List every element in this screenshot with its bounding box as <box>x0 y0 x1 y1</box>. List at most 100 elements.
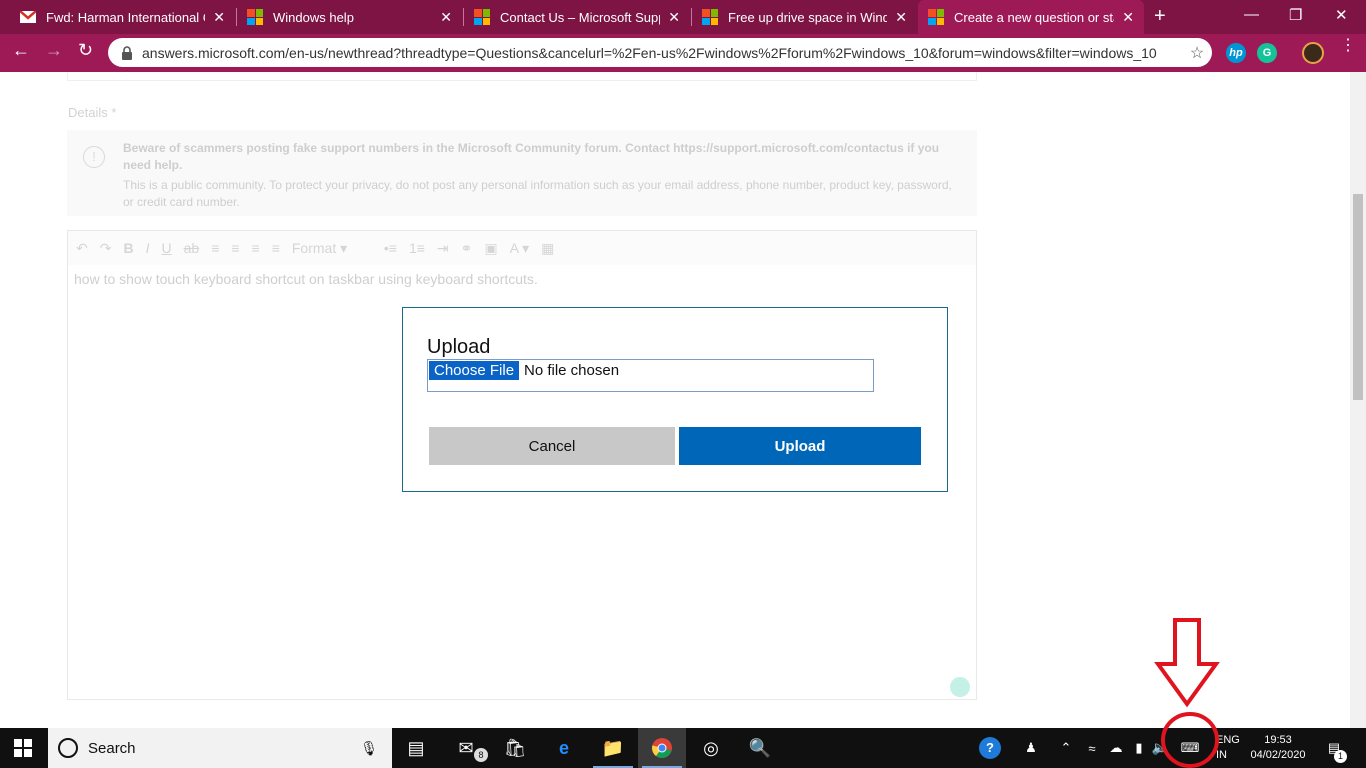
tab-free-up-drive[interactable]: Free up drive space in Window ✕ <box>692 0 917 34</box>
system-clock[interactable]: 19:53 04/02/2020 <box>1246 733 1310 763</box>
grammarly-extension-icon[interactable]: G <box>1257 43 1277 63</box>
forward-arrow-icon[interactable]: → <box>45 40 63 61</box>
page-content: Details * ! Beware of scammers posting f… <box>0 72 1350 728</box>
notice-privacy-text: This is a public community. To protect y… <box>123 178 952 209</box>
groove-music-icon[interactable]: ◎ <box>687 728 735 768</box>
tab-title: Windows help <box>273 9 354 25</box>
help-icon[interactable]: ? <box>976 728 1004 768</box>
show-hidden-icons-chevron-icon[interactable]: ⌃ <box>1056 728 1076 768</box>
editor-body-text: how to show touch keyboard shortcut on t… <box>74 271 538 287</box>
tab-create-question[interactable]: Create a new question or start ✕ <box>918 0 1144 34</box>
new-tab-button[interactable]: + <box>1154 5 1166 28</box>
grammarly-icon[interactable] <box>950 677 970 697</box>
align-left-icon: ≡ <box>211 240 220 256</box>
taskbar-search-box[interactable]: Search 🎙 <box>48 728 392 768</box>
format-dropdown: Format ▾ <box>291 239 348 256</box>
info-icon: ! <box>83 146 105 168</box>
undo-icon: ↶ <box>76 239 88 256</box>
close-tab-icon[interactable]: ✕ <box>213 9 225 26</box>
upload-dialog: Upload Choose File No file chosen Cancel… <box>402 307 948 492</box>
bullet-list-icon: •≡ <box>383 240 397 256</box>
language-indicator[interactable]: ENG IN <box>1216 733 1240 763</box>
underline-icon: U <box>161 240 172 256</box>
clock-time: 19:53 <box>1264 734 1292 746</box>
scrollbar-thumb[interactable] <box>1353 194 1363 400</box>
page-scrollbar[interactable] <box>1350 72 1366 728</box>
address-bar[interactable]: answers.microsoft.com/en-us/newthread?th… <box>108 38 1212 67</box>
profile-avatar[interactable] <box>1302 42 1324 64</box>
align-right-icon: ≡ <box>251 240 260 256</box>
minimize-icon[interactable]: — <box>1244 6 1259 23</box>
file-input[interactable]: Choose File No file chosen <box>427 359 874 392</box>
battery-icon[interactable]: ▮ <box>1128 728 1150 768</box>
search-label: Search <box>88 739 136 757</box>
cancel-button[interactable]: Cancel <box>429 427 675 465</box>
close-tab-icon[interactable]: ✕ <box>1122 9 1134 26</box>
wifi-icon[interactable]: ≈ <box>1080 728 1104 768</box>
tab-title: Free up drive space in Window <box>728 9 888 25</box>
chrome-logo <box>652 738 672 758</box>
text-color-icon: A ▾ <box>509 239 530 256</box>
notice-warning-text: Beware of scammers posting fake support … <box>123 141 940 172</box>
tab-title: Fwd: Harman International Cas <box>46 9 205 25</box>
onedrive-cloud-icon[interactable]: ☁ <box>1104 728 1128 768</box>
tab-title: Contact Us – Microsoft Suppor <box>500 9 661 25</box>
link-icon: ⚭ <box>460 239 473 256</box>
justify-icon: ≡ <box>271 240 280 256</box>
touch-keyboard-icon[interactable]: ⌨ <box>1172 728 1208 768</box>
numbered-list-icon: 1≡ <box>408 240 425 256</box>
bold-icon: B <box>123 240 134 256</box>
italic-icon: I <box>145 240 150 256</box>
browser-toolbar: ← → ↻ answers.microsoft.com/en-us/newthr… <box>0 34 1366 72</box>
tab-gmail[interactable]: Fwd: Harman International Cas ✕ <box>10 0 235 34</box>
editor-toolbar: ↶ ↷ B I U ab ≡ ≡ ≡ ≡ Format ▾ •≡ 1≡ ⇥ ⚭ … <box>68 231 976 265</box>
volume-icon[interactable]: 🔈 <box>1150 728 1170 768</box>
hp-extension-icon[interactable]: hp <box>1226 43 1246 63</box>
strikethrough-icon: ab <box>183 240 200 256</box>
close-window-icon[interactable]: ✕ <box>1335 6 1348 24</box>
url-text: answers.microsoft.com/en-us/newthread?th… <box>142 44 1157 61</box>
mail-badge: 8 <box>474 748 488 762</box>
region-code: IN <box>1216 749 1227 761</box>
table-icon: ▦ <box>541 239 555 256</box>
chrome-icon[interactable] <box>638 728 686 768</box>
align-center-icon: ≡ <box>231 240 240 256</box>
close-tab-icon[interactable]: ✕ <box>895 9 907 26</box>
details-label: Details * <box>68 105 117 120</box>
cortana-icon <box>58 738 78 758</box>
store-icon[interactable]: 🛍 <box>491 728 539 768</box>
close-tab-icon[interactable]: ✕ <box>668 9 680 26</box>
tab-windows-help[interactable]: Windows help ✕ <box>237 0 462 34</box>
back-arrow-icon[interactable]: ← <box>12 40 30 61</box>
lock-icon <box>122 45 132 60</box>
choose-file-button[interactable]: Choose File <box>429 361 520 380</box>
browser-menu-icon[interactable]: ⋮ <box>1340 38 1356 54</box>
notification-badge: 1 <box>1334 750 1347 763</box>
format-label: Format <box>291 239 337 256</box>
windows-start-icon[interactable] <box>14 739 32 757</box>
dialog-title: Upload <box>427 336 491 358</box>
magnifier-icon[interactable]: 🔍 <box>736 728 784 768</box>
close-tab-icon[interactable]: ✕ <box>440 9 452 26</box>
microsoft-icon <box>247 9 263 25</box>
reload-icon[interactable]: ↻ <box>78 40 93 61</box>
image-icon: ▣ <box>484 239 498 256</box>
file-explorer-icon[interactable]: 📁 <box>589 728 637 768</box>
bookmark-star-icon[interactable]: ☆ <box>1182 43 1212 63</box>
microsoft-icon <box>474 9 490 25</box>
file-status-text: No file chosen <box>524 362 620 379</box>
microphone-icon[interactable]: 🎙 <box>360 740 378 757</box>
language-code: ENG <box>1216 734 1240 746</box>
people-icon[interactable]: ♟ <box>1018 728 1044 768</box>
tab-contact-us[interactable]: Contact Us – Microsoft Suppor ✕ <box>464 0 690 34</box>
upload-button[interactable]: Upload <box>679 427 921 465</box>
task-view-icon[interactable]: ▤ <box>392 728 440 768</box>
tab-strip: Fwd: Harman International Cas ✕ Windows … <box>0 0 1366 34</box>
redo-icon: ↷ <box>99 239 112 256</box>
microsoft-icon <box>928 9 944 25</box>
restore-icon[interactable]: ❐ <box>1289 6 1302 24</box>
subject-field <box>67 72 977 81</box>
scam-warning-notice: ! Beware of scammers posting fake suppor… <box>67 130 977 216</box>
edge-icon[interactable]: e <box>540 728 588 768</box>
clock-date: 04/02/2020 <box>1250 749 1306 761</box>
